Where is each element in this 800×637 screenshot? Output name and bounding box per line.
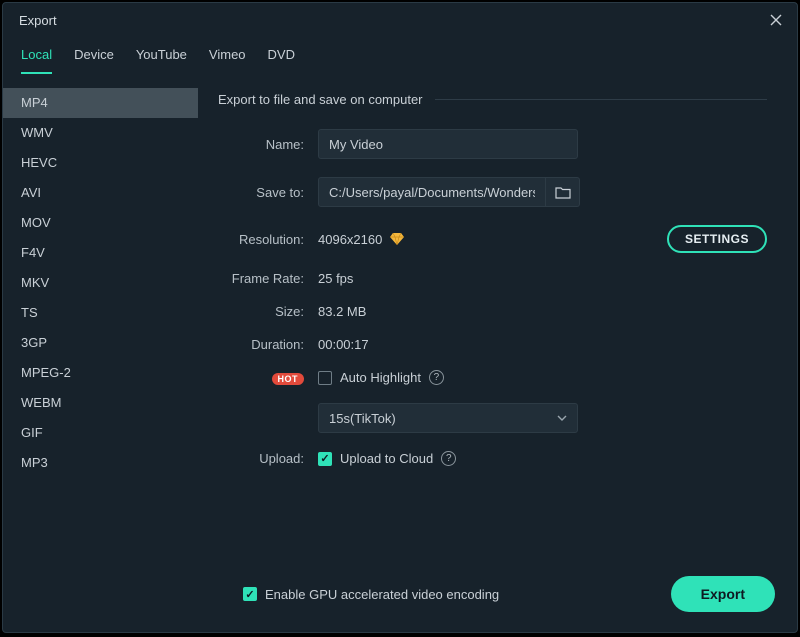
format-item-ts[interactable]: TS: [3, 298, 198, 328]
format-item-gif[interactable]: GIF: [3, 418, 198, 448]
upload-label: Upload:: [218, 451, 318, 466]
format-item-mov[interactable]: MOV: [3, 208, 198, 238]
format-item-3gp[interactable]: 3GP: [3, 328, 198, 358]
save-to-label: Save to:: [218, 185, 318, 200]
export-button[interactable]: Export: [671, 576, 775, 612]
close-icon: [770, 14, 782, 26]
format-sidebar: MP4 WMV HEVC AVI MOV F4V MKV TS 3GP MPEG…: [3, 74, 198, 566]
close-button[interactable]: [767, 11, 785, 29]
format-item-mkv[interactable]: MKV: [3, 268, 198, 298]
section-title: Export to file and save on computer: [218, 92, 423, 107]
chevron-down-icon: [557, 415, 567, 421]
row-size: Size: 83.2 MB: [218, 304, 767, 319]
gpu-label: Enable GPU accelerated video encoding: [265, 587, 499, 602]
browse-folder-button[interactable]: [546, 177, 580, 207]
titlebar: Export: [3, 3, 797, 35]
dialog-body: MP4 WMV HEVC AVI MOV F4V MKV TS 3GP MPEG…: [3, 74, 797, 566]
duration-value: 00:00:17: [318, 337, 369, 352]
tab-youtube[interactable]: YouTube: [136, 41, 187, 73]
diamond-icon: [390, 233, 404, 245]
settings-button[interactable]: SETTINGS: [667, 225, 767, 253]
size-value: 83.2 MB: [318, 304, 366, 319]
auto-highlight-checkbox[interactable]: [318, 371, 332, 385]
tab-vimeo[interactable]: Vimeo: [209, 41, 246, 73]
format-item-wmv[interactable]: WMV: [3, 118, 198, 148]
format-item-avi[interactable]: AVI: [3, 178, 198, 208]
gpu-row: ✓ Enable GPU accelerated video encoding: [243, 587, 499, 602]
format-item-mp3[interactable]: MP3: [3, 448, 198, 478]
row-auto-highlight: HOT Auto Highlight ?: [218, 370, 767, 385]
upload-cloud-label: Upload to Cloud: [340, 451, 433, 466]
row-highlight-select: 15s(TikTok): [218, 403, 767, 433]
tab-local[interactable]: Local: [21, 41, 52, 74]
format-item-hevc[interactable]: HEVC: [3, 148, 198, 178]
format-item-mp4[interactable]: MP4: [3, 88, 198, 118]
folder-icon: [555, 186, 571, 199]
size-label: Size:: [218, 304, 318, 319]
row-frame-rate: Frame Rate: 25 fps: [218, 271, 767, 286]
save-to-input[interactable]: [318, 177, 546, 207]
auto-highlight-label: Auto Highlight: [340, 370, 421, 385]
format-item-webm[interactable]: WEBM: [3, 388, 198, 418]
name-label: Name:: [218, 137, 318, 152]
hot-badge: HOT: [272, 373, 305, 385]
gpu-checkbox[interactable]: ✓: [243, 587, 257, 601]
frame-rate-value: 25 fps: [318, 271, 353, 286]
export-dialog: Export Local Device YouTube Vimeo DVD MP…: [2, 2, 798, 633]
row-upload: Upload: ✓ Upload to Cloud ?: [218, 451, 767, 466]
divider: [435, 99, 767, 100]
window-title: Export: [19, 13, 57, 28]
frame-rate-label: Frame Rate:: [218, 271, 318, 286]
select-value: 15s(TikTok): [329, 411, 396, 426]
tab-device[interactable]: Device: [74, 41, 114, 73]
format-item-mpeg2[interactable]: MPEG-2: [3, 358, 198, 388]
help-icon[interactable]: ?: [429, 370, 444, 385]
resolution-label: Resolution:: [218, 232, 318, 247]
upload-cloud-checkbox[interactable]: ✓: [318, 452, 332, 466]
name-input[interactable]: [318, 129, 578, 159]
row-resolution: Resolution: 4096x2160 SETTINGS: [218, 225, 767, 253]
dialog-footer: ✓ Enable GPU accelerated video encoding …: [3, 566, 797, 632]
row-save-to: Save to:: [218, 177, 767, 207]
format-item-f4v[interactable]: F4V: [3, 238, 198, 268]
tab-dvd[interactable]: DVD: [268, 41, 295, 73]
tab-bar: Local Device YouTube Vimeo DVD: [3, 35, 797, 74]
section-header: Export to file and save on computer: [218, 92, 767, 107]
duration-label: Duration:: [218, 337, 318, 352]
resolution-value: 4096x2160: [318, 232, 382, 247]
help-icon[interactable]: ?: [441, 451, 456, 466]
main-panel: Export to file and save on computer Name…: [198, 74, 797, 566]
row-duration: Duration: 00:00:17: [218, 337, 767, 352]
row-name: Name:: [218, 129, 767, 159]
highlight-duration-select[interactable]: 15s(TikTok): [318, 403, 578, 433]
